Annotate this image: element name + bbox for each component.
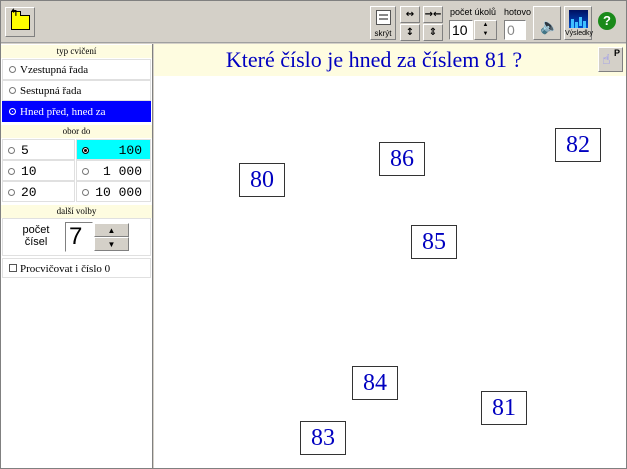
range-option-10000[interactable]: 10 000 bbox=[76, 181, 151, 202]
speaker-icon: 🔈 bbox=[540, 17, 559, 35]
exercise-type-header: typ cvičení bbox=[1, 45, 152, 58]
shrink-vertical-button[interactable]: ↕ bbox=[400, 24, 420, 41]
range-label: 5 bbox=[21, 143, 29, 158]
option-label: Vzestupná řada bbox=[20, 64, 89, 76]
help-button[interactable]: ? bbox=[596, 11, 618, 33]
task-count-label: počet úkolů bbox=[450, 7, 497, 17]
range-label: 1 000 bbox=[102, 164, 142, 179]
results-label: Výsledky bbox=[564, 30, 593, 37]
task-count-stepper[interactable]: ▲ ▼ bbox=[474, 20, 497, 40]
number-card[interactable]: 84 bbox=[352, 366, 398, 400]
range-option-20[interactable]: 20 bbox=[2, 181, 75, 202]
up-arrow-icon: ↰ bbox=[10, 8, 19, 19]
exercise-type-ascending[interactable]: Vzestupná řada bbox=[2, 59, 151, 80]
range-label: 20 bbox=[21, 185, 37, 200]
number-count-label-line1: počet bbox=[22, 224, 50, 236]
radio-icon bbox=[8, 168, 15, 175]
number-card[interactable]: 85 bbox=[411, 225, 457, 259]
number-count-label-line2: čísel bbox=[24, 236, 48, 248]
exercise-type-descending[interactable]: Sestupná řada bbox=[2, 80, 151, 101]
range-label: 10 000 bbox=[95, 185, 142, 200]
range-label: 100 bbox=[118, 143, 142, 158]
app-window: ↰ skrýt ↔ →← ↕ ⇕ počet úkolů 10 ▲ ▼ hoto… bbox=[0, 0, 627, 469]
settings-panel: typ cvičení Vzestupná řada Sestupná řada… bbox=[1, 44, 153, 468]
number-count-field[interactable]: 7 bbox=[65, 222, 93, 252]
results-button[interactable]: Výsledky bbox=[564, 6, 593, 40]
results-icon bbox=[569, 10, 588, 28]
radio-icon bbox=[82, 168, 89, 175]
number-count-label: počet čísel bbox=[11, 224, 61, 248]
done-field: 0 bbox=[504, 20, 526, 40]
radio-icon bbox=[9, 66, 16, 73]
radio-icon bbox=[9, 87, 16, 94]
range-option-5[interactable]: 5 bbox=[2, 139, 75, 160]
range-header: obor do bbox=[1, 125, 152, 138]
radio-icon bbox=[9, 108, 16, 115]
shrink-horizontal-button[interactable]: ↔ bbox=[400, 6, 420, 23]
exercise-type-before-after[interactable]: Hned před, hned za bbox=[2, 101, 151, 122]
options-header: další volby bbox=[1, 205, 152, 218]
radio-icon bbox=[82, 189, 89, 196]
hide-label: skrýt bbox=[374, 29, 392, 38]
done-label: hotovo bbox=[504, 7, 532, 17]
stepper-up-icon[interactable]: ▲ bbox=[94, 223, 129, 237]
help-icon: ? bbox=[598, 12, 616, 30]
include-zero-checkbox[interactable]: Procvičovat i číslo 0 bbox=[2, 258, 151, 278]
radio-icon bbox=[8, 147, 15, 154]
open-folder-button[interactable]: ↰ bbox=[5, 7, 35, 37]
radio-icon bbox=[8, 189, 15, 196]
question-bar: Které číslo je hned za číslem 81 ? ☝ P bbox=[154, 44, 626, 76]
checkbox-icon bbox=[9, 264, 17, 272]
number-count-stepper[interactable]: ▲ ▼ bbox=[94, 223, 129, 251]
radio-icon bbox=[82, 147, 89, 154]
exercise-area: Které číslo je hned za číslem 81 ? ☝ P 8… bbox=[154, 44, 626, 468]
grow-horizontal-button[interactable]: →← bbox=[423, 6, 443, 23]
grow-vertical-button[interactable]: ⇕ bbox=[423, 24, 443, 41]
range-option-1000[interactable]: 1 000 bbox=[76, 160, 151, 181]
hint-letter: P bbox=[613, 48, 620, 58]
number-count-option: počet čísel 7 ▲ ▼ bbox=[2, 218, 151, 256]
number-card[interactable]: 81 bbox=[481, 391, 527, 425]
stepper-down-icon[interactable]: ▼ bbox=[475, 30, 496, 40]
range-option-10[interactable]: 10 bbox=[2, 160, 75, 181]
number-card[interactable]: 80 bbox=[239, 163, 285, 197]
number-card[interactable]: 83 bbox=[300, 421, 346, 455]
number-card[interactable]: 86 bbox=[379, 142, 425, 176]
question-text: Které číslo je hned za číslem 81 ? bbox=[225, 47, 523, 72]
include-zero-label: Procvičovat i číslo 0 bbox=[20, 263, 111, 275]
hint-button[interactable]: ☝ P bbox=[598, 47, 623, 72]
range-option-100[interactable]: 100 bbox=[76, 139, 151, 160]
window-icon bbox=[376, 10, 391, 25]
stepper-down-icon[interactable]: ▼ bbox=[94, 237, 129, 251]
hide-button[interactable]: skrýt bbox=[370, 6, 396, 40]
number-card[interactable]: 82 bbox=[555, 128, 601, 162]
sound-button[interactable]: 🔈 bbox=[533, 6, 561, 40]
option-label: Sestupná řada bbox=[20, 85, 82, 97]
hand-icon: ☝ bbox=[602, 52, 611, 68]
option-label: Hned před, hned za bbox=[20, 106, 106, 118]
task-count-field[interactable]: 10 bbox=[449, 20, 473, 40]
toolbar: ↰ skrýt ↔ →← ↕ ⇕ počet úkolů 10 ▲ ▼ hoto… bbox=[1, 1, 626, 43]
range-label: 10 bbox=[21, 164, 37, 179]
